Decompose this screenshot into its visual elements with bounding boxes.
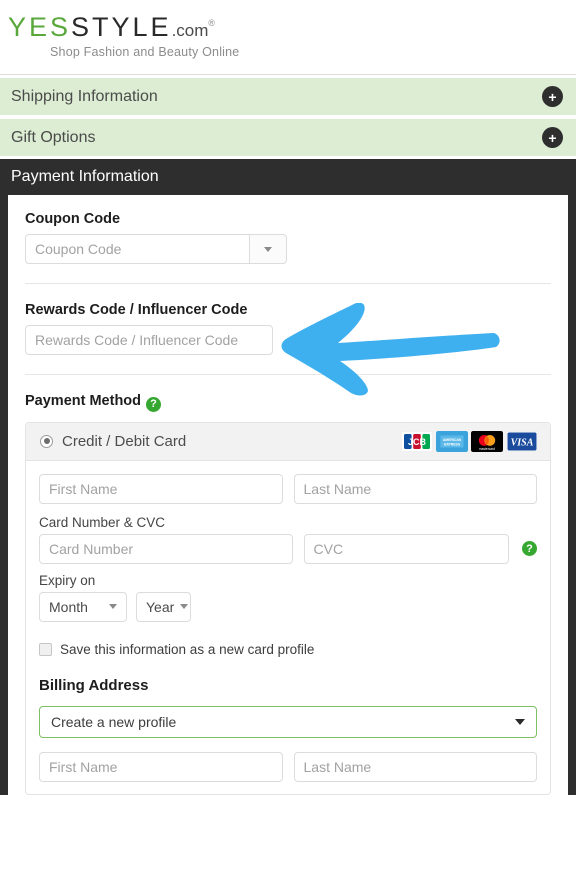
payment-information-header[interactable]: Payment Information — [8, 159, 568, 195]
expiry-label: Expiry on — [39, 572, 96, 588]
card-first-name-input[interactable]: First Name — [39, 473, 283, 504]
card-number-cvc-label: Card Number & CVC — [39, 514, 166, 530]
accepted-card-logos: JCB AMERICAN EXPRESS mastercard VISA — [401, 430, 538, 452]
accordion-title: Shipping Information — [11, 87, 158, 105]
payment-method-text: Payment Method — [25, 393, 142, 409]
coupon-code-input[interactable]: Coupon Code — [25, 234, 249, 264]
cardholder-name-row: First Name Last Name — [39, 473, 537, 504]
chevron-down-icon — [180, 604, 189, 609]
accordion-title: Gift Options — [11, 128, 96, 146]
svg-text:JCB: JCB — [408, 437, 427, 447]
visa-logo: VISA — [506, 430, 538, 452]
registered-mark: ® — [208, 18, 219, 28]
logo-style-text: STYLE — [71, 12, 172, 42]
svg-text:EXPRESS: EXPRESS — [444, 442, 461, 446]
coupon-code-label: Coupon Code — [25, 211, 121, 227]
expiry-year-value: Year — [146, 598, 175, 615]
help-icon[interactable]: ? — [146, 396, 162, 412]
logo-wordmark: YESSTYLE.com® — [8, 14, 576, 41]
page-title: Payment Information — [11, 168, 159, 185]
plus-icon[interactable]: + — [542, 127, 563, 148]
card-number-input[interactable]: Card Number — [39, 533, 293, 564]
card-last-name-input[interactable]: Last Name — [293, 473, 537, 504]
coupon-code-dropdown-button[interactable] — [249, 234, 287, 264]
credit-card-option-row[interactable]: Credit / Debit Card JCB AMERICAN EXPRESS… — [26, 422, 550, 461]
save-card-profile-row[interactable]: Save this information as a new card prof… — [39, 642, 537, 657]
accordion-gift-options[interactable]: Gift Options + — [0, 119, 576, 157]
expiry-month-value: Month — [49, 598, 88, 615]
section-divider — [25, 374, 551, 375]
payment-body: Coupon Code Coupon Code Rewards Code / I… — [8, 195, 568, 795]
save-card-label: Save this information as a new card prof… — [60, 641, 315, 657]
cvc-input[interactable]: CVC — [303, 533, 509, 564]
billing-first-name-input[interactable]: First Name — [39, 751, 283, 782]
section-divider — [25, 283, 551, 284]
card-number-cvc-row: Card Number CVC ? — [39, 533, 537, 564]
amex-logo: AMERICAN EXPRESS — [436, 430, 468, 452]
billing-name-row: First Name Last Name — [39, 751, 537, 782]
payment-method-label: Payment Method? — [25, 393, 551, 412]
site-logo[interactable]: YESSTYLE.com® Shop Fashion and Beauty On… — [0, 0, 576, 60]
credit-card-option-label: Credit / Debit Card — [62, 432, 187, 450]
logo-com-text: .com — [171, 21, 209, 40]
billing-profile-value: Create a new profile — [51, 713, 177, 730]
radio-credit-debit-card[interactable] — [40, 434, 53, 448]
accordion-shipping-information[interactable]: Shipping Information + — [0, 78, 576, 116]
logo-yes-text: YES — [8, 12, 72, 42]
chevron-down-icon — [515, 718, 525, 725]
svg-text:mastercard: mastercard — [479, 447, 495, 451]
cvc-help-icon[interactable]: ? — [522, 541, 537, 556]
header-divider — [0, 74, 576, 75]
expiry-month-select[interactable]: Month — [39, 591, 127, 622]
cvc-group: CVC ? — [303, 533, 537, 564]
credit-card-fields: First Name Last Name Card Number & CVC C… — [26, 461, 550, 794]
chevron-down-icon — [264, 246, 272, 252]
rewards-code-input[interactable]: Rewards Code / Influencer Code — [25, 325, 273, 355]
expiry-row: Month Year — [39, 591, 537, 622]
billing-profile-select[interactable]: Create a new profile — [39, 705, 537, 738]
billing-address-title: Billing Address — [39, 676, 149, 694]
checkout-page: YESSTYLE.com® Shop Fashion and Beauty On… — [0, 0, 576, 881]
svg-text:AMERICAN: AMERICAN — [443, 438, 462, 442]
mastercard-logo: mastercard — [471, 430, 503, 452]
svg-text:VISA: VISA — [511, 437, 534, 448]
billing-last-name-input[interactable]: Last Name — [293, 751, 537, 782]
credit-card-method-box: Credit / Debit Card JCB AMERICAN EXPRESS… — [25, 421, 551, 795]
plus-icon[interactable]: + — [542, 86, 563, 107]
chevron-down-icon — [109, 604, 117, 609]
rewards-code-label: Rewards Code / Influencer Code — [25, 302, 248, 318]
logo-tagline: Shop Fashion and Beauty Online — [50, 45, 240, 59]
jcb-logo: JCB — [401, 430, 433, 452]
expiry-year-select[interactable]: Year — [136, 591, 191, 622]
payment-information-panel: Payment Information Coupon Code Coupon C… — [0, 159, 576, 795]
coupon-code-group: Coupon Code — [25, 234, 287, 264]
save-card-checkbox[interactable] — [39, 642, 52, 656]
